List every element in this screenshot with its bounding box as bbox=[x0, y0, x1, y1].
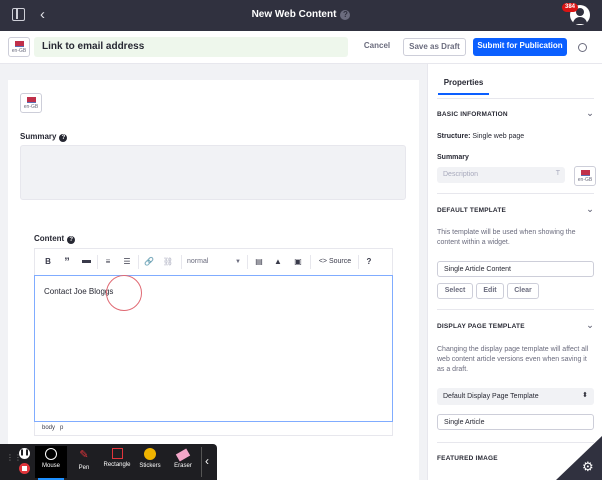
language-selector[interactable]: en-GB bbox=[8, 37, 30, 57]
clear-template-button[interactable]: Clear bbox=[507, 283, 539, 299]
unordered-list-icon[interactable]: ☰ bbox=[121, 256, 133, 268]
featured-image-heading[interactable]: FEATURED IMAGE bbox=[437, 455, 594, 462]
toolbar-separator bbox=[181, 255, 182, 269]
display-page-template-value: Single Article bbox=[437, 414, 594, 430]
display-page-template-select[interactable]: Default Display Page Template ⬍ bbox=[437, 388, 594, 405]
editor-text[interactable]: Contact Joe Bloggs bbox=[44, 287, 113, 296]
language-selector-summary[interactable]: en-GB bbox=[574, 166, 596, 186]
format-select[interactable]: normal ▼ bbox=[187, 256, 243, 268]
rectangle-icon bbox=[111, 448, 123, 459]
stop-icon[interactable] bbox=[19, 463, 30, 474]
summary-label: Summary? bbox=[20, 132, 68, 142]
summary-label: Summary bbox=[437, 154, 469, 161]
toolbar-separator bbox=[358, 255, 359, 269]
flag-icon bbox=[15, 41, 24, 47]
default-template-heading[interactable]: DEFAULT TEMPLATE ⌄ bbox=[437, 204, 594, 215]
toolbar-separator bbox=[138, 255, 139, 269]
flag-icon bbox=[27, 97, 36, 103]
chevron-updown-icon: ⬍ bbox=[582, 392, 588, 399]
editor-help-icon[interactable]: ? bbox=[363, 256, 375, 268]
toolbar-separator bbox=[310, 255, 311, 269]
mouse-tool[interactable]: Mouse bbox=[35, 446, 67, 478]
top-navigation-bar: ‹ New Web Content? 384 bbox=[0, 0, 602, 31]
pen-tool[interactable]: ✎ Pen bbox=[68, 446, 100, 478]
chevron-down-icon[interactable]: ⌄ bbox=[586, 108, 594, 119]
properties-sidebar: Properties BASIC INFORMATION ⌄ Structure:… bbox=[427, 64, 602, 480]
drag-handle-icon[interactable]: ⋮⋮ bbox=[6, 454, 22, 468]
flag-icon bbox=[581, 170, 590, 176]
structure-info: Structure: Single web page bbox=[437, 133, 525, 140]
code-icon: <> bbox=[318, 258, 328, 265]
cursor-highlight bbox=[106, 275, 142, 311]
pause-icon[interactable]: ❚❚ bbox=[19, 448, 30, 459]
screen-recorder-toolbar: ⋮⋮ ❚❚ Mouse ✎ Pen Rectangle Stickers Era… bbox=[0, 444, 217, 480]
divider bbox=[437, 193, 594, 194]
divider bbox=[437, 309, 594, 310]
default-template-value: Single Article Content bbox=[437, 261, 594, 277]
eraser-icon bbox=[175, 448, 191, 462]
help-icon[interactable]: ? bbox=[67, 236, 76, 244]
editor-element-path: body p bbox=[34, 422, 393, 436]
rectangle-tool[interactable]: Rectangle bbox=[101, 446, 133, 478]
unlink-icon[interactable]: ⛓ bbox=[162, 256, 174, 268]
default-template-description: This template will be used when showing … bbox=[437, 229, 576, 246]
divider bbox=[437, 98, 594, 99]
toolbar-separator bbox=[201, 447, 202, 477]
file-icon[interactable]: ▣ bbox=[292, 256, 304, 268]
summary-textarea[interactable] bbox=[20, 145, 406, 200]
mouse-icon bbox=[45, 448, 57, 460]
content-label: Content? bbox=[34, 234, 76, 244]
display-page-template-heading[interactable]: DISPLAY PAGE TEMPLATE ⌄ bbox=[437, 320, 594, 331]
help-icon[interactable]: ? bbox=[340, 10, 351, 20]
pen-icon: ✎ bbox=[79, 449, 89, 461]
translate-icon[interactable]: T bbox=[556, 170, 560, 178]
display-page-template-description: Changing the display page template will … bbox=[437, 346, 589, 373]
collapse-icon[interactable]: ‹ bbox=[205, 454, 209, 468]
link-icon[interactable]: 🔗 bbox=[143, 256, 155, 268]
tab-properties[interactable]: Properties bbox=[438, 78, 489, 95]
submit-for-publication-button[interactable]: Submit for Publication bbox=[473, 38, 567, 56]
basic-information-heading[interactable]: BASIC INFORMATION ⌄ bbox=[437, 108, 594, 119]
editor-toolbar: B ” ≡ ☰ 🔗 ⛓ normal ▼ ▤ ▲ ▣ <> Source ? bbox=[34, 248, 393, 275]
divider bbox=[437, 442, 594, 443]
select-template-button[interactable]: Select bbox=[437, 283, 473, 299]
save-as-draft-button[interactable]: Save as Draft bbox=[403, 38, 466, 56]
description-input[interactable]: Description T bbox=[437, 167, 565, 183]
stickers-tool[interactable]: Stickers bbox=[134, 446, 166, 478]
cancel-button[interactable]: Cancel bbox=[355, 38, 399, 56]
ordered-list-icon[interactable]: ≡ bbox=[102, 256, 114, 268]
title-input[interactable]: Link to email address bbox=[34, 37, 348, 57]
chevron-down-icon: ▼ bbox=[235, 259, 241, 265]
language-selector-main[interactable]: en-GB bbox=[20, 93, 42, 113]
content-editor[interactable]: Contact Joe Bloggs bbox=[34, 275, 393, 422]
gear-icon[interactable] bbox=[578, 43, 587, 52]
table-icon[interactable]: ▤ bbox=[253, 256, 265, 268]
bold-icon[interactable]: B bbox=[43, 256, 53, 268]
sticker-icon bbox=[144, 448, 156, 460]
notification-badge[interactable]: 384 bbox=[562, 3, 579, 12]
quote-icon[interactable]: ” bbox=[60, 256, 74, 268]
content-form-panel: en-GB Summary? Content? B ” ≡ ☰ 🔗 ⛓ norm… bbox=[8, 80, 419, 480]
gear-icon: ⚙ bbox=[582, 459, 594, 474]
eraser-tool[interactable]: Eraser bbox=[167, 446, 199, 478]
source-button[interactable]: <> Source bbox=[317, 256, 353, 268]
chevron-down-icon[interactable]: ⌄ bbox=[586, 320, 594, 331]
hr-icon[interactable] bbox=[80, 256, 92, 268]
page-title: New Web Content? bbox=[0, 9, 602, 20]
toolbar-separator bbox=[97, 255, 98, 269]
toolbar-separator bbox=[247, 255, 248, 269]
path-body[interactable]: body bbox=[42, 425, 55, 431]
image-icon[interactable]: ▲ bbox=[272, 256, 284, 268]
chevron-down-icon[interactable]: ⌄ bbox=[586, 204, 594, 215]
path-p[interactable]: p bbox=[60, 425, 63, 431]
help-icon[interactable]: ? bbox=[59, 134, 68, 142]
edit-template-button[interactable]: Edit bbox=[476, 283, 504, 299]
